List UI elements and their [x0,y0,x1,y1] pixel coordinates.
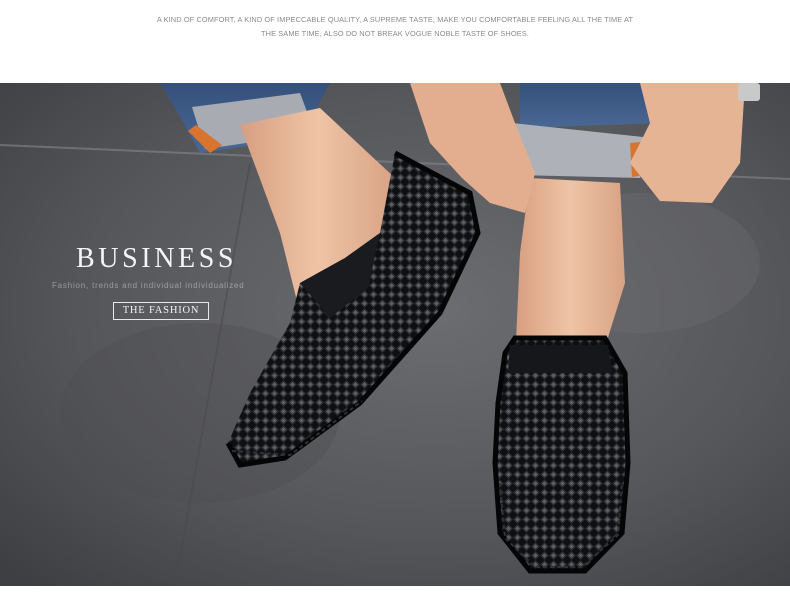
loafers-illustration [0,83,790,586]
right-ankle [515,178,625,363]
top-banner: A KIND OF COMFORT, A KIND OF IMPECCABLE … [0,0,790,83]
bottom-strip [0,586,790,602]
hero-subline: Fashion, trends and individual individua… [52,281,245,290]
wristwatch [738,83,760,101]
hero-photo [0,83,790,586]
banner-tagline: A KIND OF COMFORT, A KIND OF IMPECCABLE … [156,15,634,38]
hero-headline: BUSINESS [76,243,238,274]
right-loafer [492,335,631,574]
fashion-tag: THE FASHION [113,302,209,320]
